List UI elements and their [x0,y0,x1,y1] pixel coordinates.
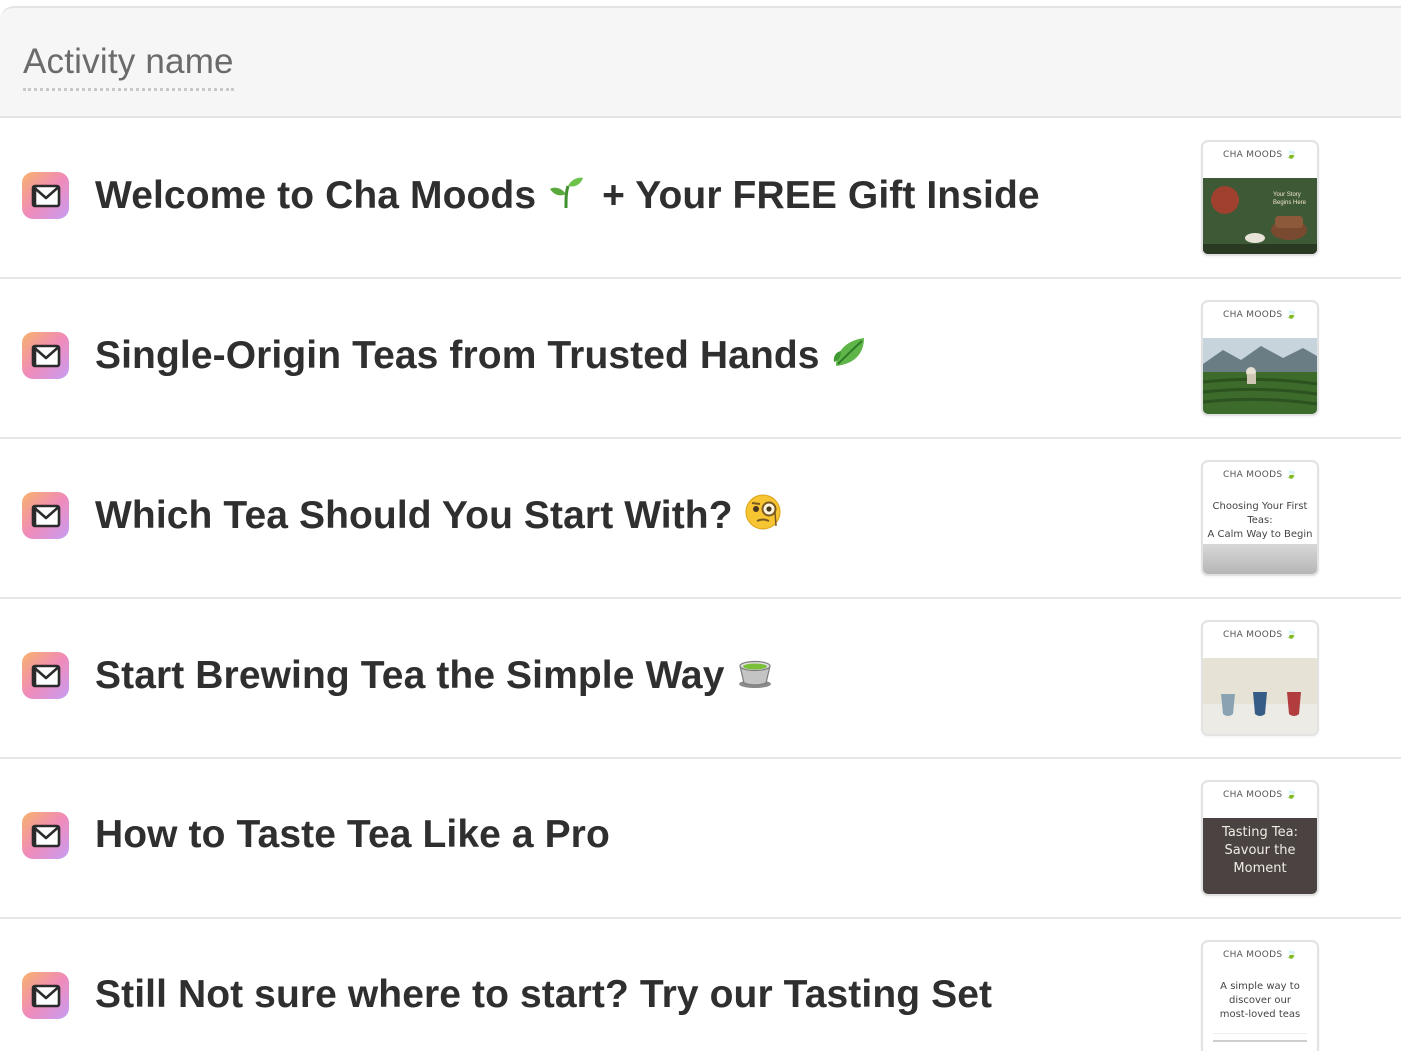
activity-row[interactable]: Still Not sure where to start? Try our T… [0,919,1401,1051]
thumbnail-footer-band [1203,544,1317,574]
activity-title-text: How to Taste Tea Like a Pro [95,813,610,856]
thumbnail-photo-tea-pour: Your Story Begins Here [1203,178,1317,254]
mail-icon [22,812,69,859]
activity-row[interactable]: How to Taste Tea Like a Pro CHA MOODS 🍃 Ta… [0,759,1401,919]
thumbnail-small-print [1213,1033,1307,1048]
activity-row[interactable]: Welcome to Cha Moods + Your FREE Gift Ins… [0,119,1401,279]
mail-icon [22,332,69,379]
activity-title-text: Still Not sure where to start? Try our T… [95,973,993,1016]
activity-title[interactable]: Still Not sure where to start? Try our T… [95,972,992,1018]
svg-text:Your Story: Your Story [1273,192,1301,198]
email-preview-thumbnail[interactable]: CHA MOODS 🍃 A simple way to discover our mo… [1201,940,1319,1051]
activity-row[interactable]: Start Brewing Tea the Simple Way CHA MOOD… [0,599,1401,759]
thumbnail-brand: CHA MOODS 🍃 [1222,310,1297,320]
email-preview-thumbnail[interactable]: CHA MOODS 🍃 Your Story Begins Here [1201,140,1319,256]
thumbnail-brand: CHA MOODS 🍃 [1222,150,1297,160]
thumbnail-brand: CHA MOODS 🍃 [1222,630,1297,640]
activity-title-text: Start Brewing Tea the Simple Way [95,653,725,697]
activity-title[interactable]: Welcome to Cha Moods + Your FREE Gift Ins… [95,172,1040,223]
thumbnail-text: Choosing Your First Teas: A Calm Way to Be… [1207,501,1313,540]
activity-title-text: Welcome to Cha Moods [95,173,537,217]
email-preview-thumbnail[interactable]: CHA MOODS 🍃 Tasting Tea: Savour the Moment [1201,780,1319,896]
activity-row[interactable]: Which Tea Should You Start With? CHA MOOD… [0,439,1401,599]
thumbnail-photo-tea-field [1203,338,1317,414]
mail-icon [22,172,69,219]
activity-title-text: Single-Origin Teas from Trusted Hands [95,333,820,377]
activity-title-text: Which Tea Should You Start With? [95,493,733,537]
activity-title[interactable]: Start Brewing Tea the Simple Way [95,652,775,703]
thumbnail-text: Tasting Tea: Savour the Moment [1222,825,1298,876]
activity-title[interactable]: Single-Origin Teas from Trusted Hands [95,332,870,383]
thumbnail-photo-cups [1203,658,1317,734]
column-header-activity-name[interactable]: Activity name [23,42,234,91]
thumbnail-brand: CHA MOODS 🍃 [1222,790,1297,800]
thumbnail-brand: CHA MOODS 🍃 [1222,950,1297,960]
activity-title-suffix: + Your FREE Gift Inside [602,173,1040,217]
activity-row[interactable]: Single-Origin Teas from Trusted Hands CHA… [0,279,1401,439]
svg-text:Begins Here: Begins Here [1273,200,1307,206]
activity-title[interactable]: Which Tea Should You Start With? [95,492,783,543]
thumbnail-brand: CHA MOODS 🍃 [1222,470,1297,480]
email-preview-thumbnail[interactable]: CHA MOODS 🍃 [1201,300,1319,416]
mail-icon [22,972,69,1019]
mail-icon [22,492,69,539]
table-header: Activity name [0,6,1401,118]
activity-title[interactable]: How to Taste Tea Like a Pro [95,812,610,858]
email-preview-thumbnail[interactable]: CHA MOODS 🍃 [1201,620,1319,736]
thumbnail-text: A simple way to discover our most-loved te… [1219,981,1301,1020]
monocle-face-icon [743,492,783,543]
tea-cup-icon [735,652,775,703]
mail-icon [22,652,69,699]
activity-list-page: Activity name Welcome to Cha Moods + Your… [0,0,1401,1051]
leaf-icon [830,332,870,383]
email-preview-thumbnail[interactable]: CHA MOODS 🍃 Choosing Your First Teas: A Cal… [1201,460,1319,576]
seedling-icon [546,172,586,223]
